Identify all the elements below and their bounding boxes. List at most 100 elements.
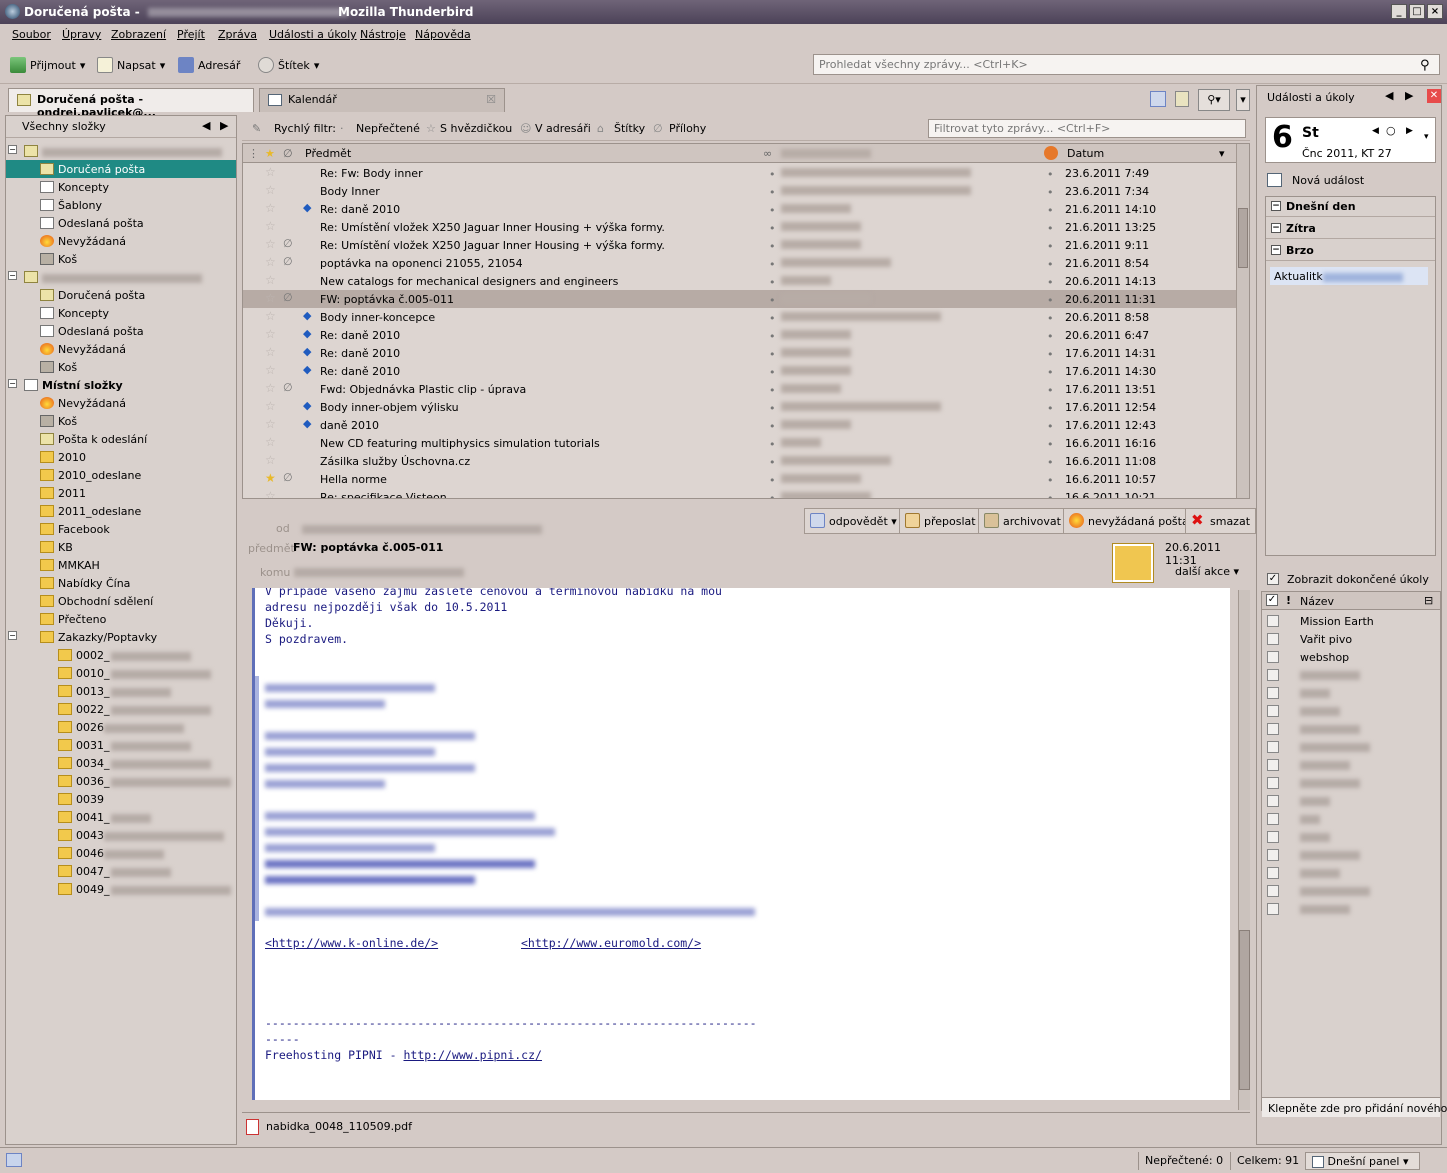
folder-item[interactable]: 0013_ <box>6 682 236 700</box>
reply-button[interactable]: odpovědět ▾ <box>804 508 903 534</box>
message-row[interactable]: ☆ New catalogs for mechanical designers a… <box>243 272 1237 290</box>
message-row[interactable]: ☆ Re: Umístění vložek X250 Jaguar Inner H… <box>243 218 1237 236</box>
star-icon[interactable]: ☆ <box>265 381 276 395</box>
task-done-column-icon[interactable]: ✓ <box>1266 594 1278 606</box>
tasks-toggle-icon[interactable] <box>1175 91 1189 107</box>
folder-item[interactable]: Odeslaná pošta <box>6 214 236 232</box>
star-icon[interactable]: ☆ <box>265 309 276 323</box>
task-checkbox[interactable] <box>1267 687 1279 699</box>
folder-item[interactable]: Facebook <box>6 520 236 538</box>
message-row[interactable]: ☆ ◆ daně 2010 • • 17.6.2011 12:43 <box>243 416 1237 434</box>
calendar-prev-icon[interactable]: ◀ <box>1372 126 1379 136</box>
archive-button[interactable]: archivovat <box>978 508 1067 534</box>
message-row[interactable]: ☆ Body Inner • • 23.6.2011 7:34 <box>243 182 1237 200</box>
message-row[interactable]: ☆ ∅ FW: poptávka č.005-011 • • 20.6.2011 11:3… <box>243 290 1237 308</box>
close-button[interactable]: × <box>1427 4 1443 19</box>
folder-item[interactable]: − <box>6 268 236 286</box>
agenda-today[interactable]: − Dnešní den <box>1266 197 1435 217</box>
star-icon[interactable]: ☆ <box>265 291 276 305</box>
delete-button[interactable]: ✖ smazat <box>1185 508 1257 534</box>
star-icon[interactable]: ☆ <box>265 183 276 197</box>
tab-inbox[interactable]: Doručená pošta - ondrej.pavlicek@... <box>8 88 254 119</box>
star-icon[interactable]: ☆ <box>265 363 276 377</box>
calendar-next-icon[interactable]: ▶ <box>1406 126 1413 136</box>
task-row[interactable] <box>1262 666 1440 684</box>
message-row[interactable]: ☆ ◆ Re: daně 2010 • • 17.6.2011 14:31 <box>243 344 1237 362</box>
write-button[interactable]: Napsat ▾ <box>97 54 165 76</box>
star-icon[interactable]: ☆ <box>265 255 276 269</box>
from-value[interactable] <box>302 525 542 534</box>
task-checkbox[interactable] <box>1267 831 1279 843</box>
star-icon[interactable]: ☆ <box>265 399 276 413</box>
star-icon[interactable]: ★ <box>265 471 276 485</box>
folder-item[interactable]: Nevyžádaná <box>6 232 236 250</box>
folder-item[interactable]: 0041_ <box>6 808 236 826</box>
column-sort-icon[interactable]: ▾ <box>1219 147 1225 160</box>
new-event-button[interactable]: Nová událost <box>1292 174 1364 187</box>
to-value[interactable] <box>294 568 464 577</box>
star-icon[interactable]: ☆ <box>265 201 276 215</box>
folder-item[interactable]: 0046 <box>6 844 236 862</box>
task-row[interactable] <box>1262 792 1440 810</box>
task-row[interactable] <box>1262 810 1440 828</box>
star-icon[interactable]: ☆ <box>265 237 276 251</box>
filter-unread[interactable]: Nepřečtené <box>356 122 420 135</box>
folder-item[interactable]: 2010 <box>6 448 236 466</box>
task-checkbox[interactable] <box>1267 867 1279 879</box>
folder-item[interactable]: 0034_ <box>6 754 236 772</box>
filter-attachment[interactable]: Přílohy <box>669 122 706 135</box>
minimize-button[interactable]: _ <box>1391 4 1407 19</box>
more-actions-button[interactable]: další akce ▾ <box>1175 565 1239 578</box>
menu-file[interactable]: Soubor <box>12 28 51 41</box>
message-list-scrollbar[interactable] <box>1236 144 1249 498</box>
folder-item[interactable]: 0043 <box>6 826 236 844</box>
folder-item[interactable]: − Místní složky <box>6 376 236 394</box>
folder-item[interactable]: 0039 <box>6 790 236 808</box>
folder-item[interactable]: Obchodní sdělení <box>6 592 236 610</box>
folder-item[interactable]: 0036_ <box>6 772 236 790</box>
task-checkbox[interactable] <box>1267 903 1279 915</box>
folder-item[interactable]: − <box>6 142 236 160</box>
junk-button[interactable]: nevyžádaná pošta <box>1063 508 1195 534</box>
link-euromold[interactable]: <http://www.euromold.com/> <box>521 936 701 950</box>
task-row[interactable] <box>1262 882 1440 900</box>
star-icon[interactable]: ☆ <box>265 435 276 449</box>
task-row[interactable] <box>1262 756 1440 774</box>
message-row[interactable]: ☆ Zásilka služby Úschovna.cz • • 16.6.2011 1… <box>243 452 1237 470</box>
star-icon[interactable]: ☆ <box>265 345 276 359</box>
global-search-input[interactable]: Prohledat všechny zprávy... <Ctrl+K> <box>813 54 1440 75</box>
folder-item[interactable]: − Zakazky/Poptavky <box>6 628 236 646</box>
next-view-icon[interactable]: ▶ <box>220 119 228 132</box>
menu-view[interactable]: Zobrazení <box>111 28 166 41</box>
column-subject[interactable]: Předmět <box>305 147 351 160</box>
folder-item[interactable]: Doručená pošta <box>6 160 236 178</box>
pin-icon[interactable]: ✎ <box>252 122 261 135</box>
calendar-today-icon[interactable]: ○ <box>1386 124 1396 137</box>
attachment-column-icon[interactable]: ∅ <box>283 147 293 160</box>
maximize-button[interactable]: □ <box>1409 4 1425 19</box>
task-checkbox[interactable] <box>1267 759 1279 771</box>
task-column-picker-icon[interactable]: ⊟ <box>1424 594 1433 607</box>
get-mail-button[interactable]: Přijmout ▾ <box>10 54 85 76</box>
show-completed-checkbox[interactable]: ✓ <box>1267 573 1279 585</box>
filter-messages-input[interactable]: Filtrovat tyto zprávy... <Ctrl+F> <box>928 119 1246 138</box>
folder-item[interactable]: 0047_ <box>6 862 236 880</box>
message-body-scrollbar[interactable] <box>1238 590 1250 1110</box>
task-row[interactable] <box>1262 828 1440 846</box>
task-row[interactable] <box>1262 900 1440 918</box>
collapse-icon[interactable]: − <box>8 379 17 388</box>
folder-item[interactable]: 2010_odeslane <box>6 466 236 484</box>
task-checkbox[interactable] <box>1267 705 1279 717</box>
today-prev-icon[interactable]: ◀ <box>1385 89 1393 102</box>
task-checkbox[interactable] <box>1267 633 1279 645</box>
task-row[interactable]: webshop <box>1262 648 1440 666</box>
menu-help[interactable]: Nápověda <box>415 28 471 41</box>
forward-button[interactable]: přeposlat <box>899 508 982 534</box>
folder-item[interactable]: Nevyžádaná <box>6 340 236 358</box>
folder-item[interactable]: Šablony <box>6 196 236 214</box>
task-checkbox[interactable] <box>1267 849 1279 861</box>
task-row[interactable] <box>1262 702 1440 720</box>
star-icon[interactable]: ☆ <box>265 453 276 467</box>
folder-item[interactable]: 0049_ <box>6 880 236 898</box>
tab-calendar[interactable]: Kalendář ☒ <box>259 88 505 112</box>
